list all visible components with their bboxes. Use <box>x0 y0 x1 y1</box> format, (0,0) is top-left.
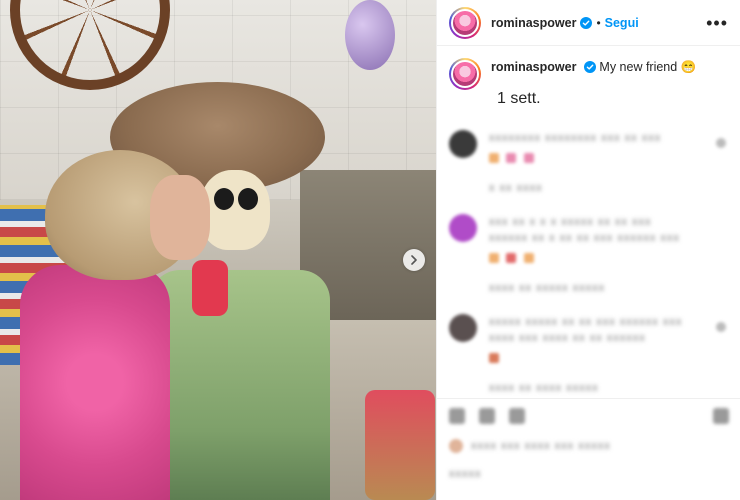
skull-eye-right <box>238 188 258 210</box>
chevron-right-icon <box>411 255 417 265</box>
comment-avatar[interactable] <box>449 314 477 342</box>
heart-icon[interactable] <box>716 138 726 148</box>
candy-basket <box>365 390 435 500</box>
bookmark-icon[interactable] <box>713 407 729 424</box>
comment-item: xxxxxxxx xxxxxxxx xxx xx xxx x xx xxxx <box>449 130 728 196</box>
emoji-icon <box>489 253 499 263</box>
emoji-icon <box>523 253 534 263</box>
more-icon[interactable]: ••• <box>706 14 728 32</box>
comment-item: xxxxx xxxxx xx xx xxx xxxxxx xxx xxxx xx… <box>449 314 728 396</box>
comment-item: xxx xx x x x xxxxx xx xx xxx xxxxxx xx x… <box>449 214 728 296</box>
follow-button[interactable]: Segui <box>605 16 639 30</box>
caption-username[interactable]: rominaspower <box>491 60 576 74</box>
comment-text: xxxxx xxxxx xx xx xxx xxxxxx xxx xxxx xx… <box>489 316 683 344</box>
author-avatar[interactable] <box>449 6 481 39</box>
comment-list: xxxxxxxx xxxxxxxx xxx xx xxx x xx xxxx x… <box>437 130 740 396</box>
emoji-icon <box>489 153 499 163</box>
caption-text: My new friend <box>599 60 678 74</box>
comment-meta: x xx xxxx <box>489 182 543 194</box>
share-icon[interactable] <box>509 407 525 424</box>
comment-icon[interactable] <box>479 407 495 424</box>
verified-badge-icon <box>583 61 596 73</box>
likes-summary[interactable]: xxxx xxx xxxx xxx xxxxx <box>449 438 611 454</box>
post-date: xxxxx <box>449 468 482 480</box>
woman-pink-shirt <box>20 265 170 500</box>
emoji-icon <box>506 253 517 263</box>
skull-eye-left <box>214 188 234 210</box>
balloon-decoration <box>345 0 395 70</box>
comment-meta: xxxx xx xxxxx xxxxx <box>489 282 606 294</box>
post-side-panel: rominaspower • Segui ••• rominaspower My… <box>436 0 740 500</box>
popsicle <box>192 260 228 316</box>
comment-meta: xxxx xx xxxx xxxxx <box>489 382 599 394</box>
comment-text: xxx xx x x x xxxxx xx xx xxx xxxxxx xx x… <box>489 216 680 244</box>
header-dot-separator: • <box>596 15 601 30</box>
author-username[interactable]: rominaspower <box>491 16 576 30</box>
caption-emoji: 😁 <box>680 60 697 74</box>
woman-face <box>150 175 210 260</box>
caption-text-block: rominaspower My new friend 😁 <box>491 58 696 90</box>
post-photo[interactable] <box>0 0 436 500</box>
skeleton-jacket <box>150 270 330 500</box>
emoji-icon <box>523 153 534 163</box>
comment-text: xxxxxxxx xxxxxxxx xxx xx xxx <box>489 132 662 144</box>
caption-author-avatar[interactable] <box>449 58 481 90</box>
post-header: rominaspower • Segui ••• <box>437 0 740 46</box>
liker-avatar <box>449 439 463 453</box>
post-action-bar <box>437 398 740 428</box>
verified-badge-icon <box>580 16 593 29</box>
post-caption: rominaspower My new friend 😁 <box>437 46 740 90</box>
skeleton-skull <box>200 170 270 250</box>
emoji-icon <box>506 153 517 163</box>
comment-avatar[interactable] <box>449 214 477 242</box>
heart-icon[interactable] <box>716 322 726 332</box>
likes-text: xxxx xxx xxxx xxx xxxxx <box>471 440 611 452</box>
post-timestamp: 1 sett. <box>497 90 541 107</box>
heart-icon[interactable] <box>449 407 465 424</box>
emoji-icon <box>489 353 499 363</box>
comment-avatar[interactable] <box>449 130 477 158</box>
carousel-next-button[interactable] <box>403 249 425 271</box>
